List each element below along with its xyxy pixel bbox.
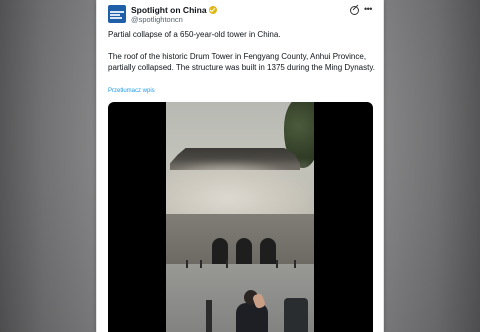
dust-cloud — [166, 162, 310, 222]
author-handle[interactable]: @spotlightoncn — [131, 15, 183, 24]
author-avatar[interactable] — [108, 5, 126, 23]
translate-link[interactable]: Przetłumacz wpis — [108, 88, 155, 94]
video-frame — [166, 102, 314, 332]
tweet-text-line2: The roof of the historic Drum Tower in F… — [108, 52, 375, 72]
verified-badge-icon — [208, 6, 217, 14]
author-name[interactable]: Spotlight on China — [131, 5, 207, 15]
tweet-card: Spotlight on China @spotlightoncn ••• Pa… — [96, 0, 384, 332]
grok-icon[interactable] — [350, 6, 359, 15]
onlooker — [232, 290, 272, 332]
more-options-icon[interactable]: ••• — [364, 4, 372, 14]
tweet-text-line1: Partial collapse of a 650-year-old tower… — [108, 30, 281, 39]
author-name-row[interactable]: Spotlight on China — [131, 5, 217, 15]
video-player[interactable] — [108, 102, 373, 332]
